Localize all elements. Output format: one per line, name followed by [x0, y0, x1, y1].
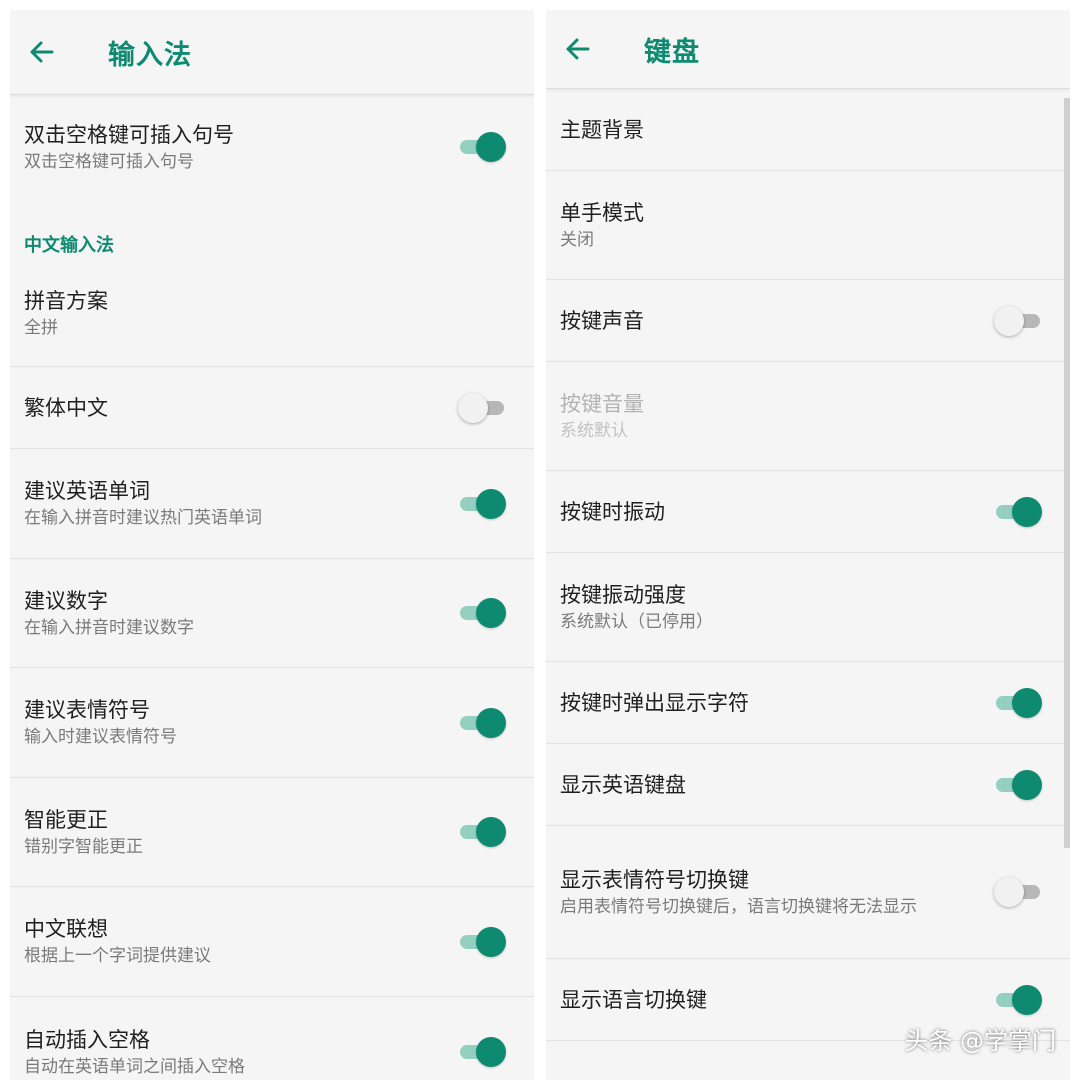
setting-summary: 自动在英语单词之间插入空格 — [24, 1056, 245, 1077]
setting-title: 按键声音 — [560, 308, 644, 333]
back-button[interactable] — [26, 37, 56, 67]
key-popup-toggle[interactable] — [994, 686, 1042, 720]
setting-theme[interactable]: 主题背景 — [546, 89, 1070, 171]
setting-title: 建议表情符号 — [24, 698, 150, 722]
keyboard-panel: 键盘 主题背景 单手模式 关闭 按键声音 按键音量 系统默认 按键时振动 按键振… — [546, 10, 1070, 1080]
app-bar: 键盘 — [546, 10, 1070, 89]
key-vibration-toggle[interactable] — [994, 495, 1042, 529]
setting-title: 显示英语键盘 — [560, 772, 686, 797]
setting-title: 智能更正 — [24, 807, 108, 832]
page-title: 键盘 — [644, 36, 700, 68]
setting-show-emoji-switch-key[interactable]: 显示表情符号切换键 启用表情符号切换键后，语言切换键将无法显示 — [546, 826, 1070, 959]
setting-summary: 启用表情符号切换键后，语言切换键将无法显示 — [560, 896, 917, 917]
setting-summary: 错别字智能更正 — [24, 836, 143, 857]
suggest-english-words-toggle[interactable] — [458, 487, 506, 521]
smart-correction-toggle[interactable] — [458, 815, 506, 849]
setting-title: 按键音量 — [560, 391, 644, 416]
setting-summary: 在输入拼音时建议数字 — [24, 617, 194, 638]
setting-traditional-chinese[interactable]: 繁体中文 — [10, 367, 534, 449]
auto-insert-space-toggle[interactable] — [458, 1035, 506, 1069]
chinese-prediction-toggle[interactable] — [458, 925, 506, 959]
suggest-numbers-toggle[interactable] — [458, 596, 506, 630]
double-space-period-toggle[interactable] — [458, 130, 506, 164]
setting-summary: 在输入拼音时建议热门英语单词 — [24, 508, 262, 528]
back-button[interactable] — [562, 34, 592, 64]
setting-title: 自动插入空格 — [24, 1027, 150, 1052]
setting-key-sound[interactable]: 按键声音 — [546, 280, 1070, 362]
section-header-chinese-input: 中文输入法 — [24, 235, 114, 256]
setting-auto-insert-space[interactable]: 自动插入空格 自动在英语单词之间插入空格 — [10, 997, 534, 1080]
suggest-emoji-toggle[interactable] — [458, 706, 506, 740]
setting-key-popup[interactable]: 按键时弹出显示字符 — [546, 662, 1070, 744]
app-bar: 输入法 — [10, 10, 534, 95]
arrow-left-icon — [30, 41, 54, 63]
setting-summary: 系统默认（已停用） — [560, 611, 713, 632]
setting-title: 按键时弹出显示字符 — [560, 690, 749, 715]
key-sound-toggle[interactable] — [994, 304, 1042, 338]
setting-title: 单手模式 — [560, 200, 644, 225]
setting-title: 繁体中文 — [24, 395, 108, 420]
setting-key-vibration[interactable]: 按键时振动 — [546, 471, 1070, 553]
arrow-left-icon — [566, 38, 590, 60]
setting-chinese-prediction[interactable]: 中文联想 根据上一个字词提供建议 — [10, 887, 534, 997]
setting-title: 显示表情符号切换键 — [560, 867, 749, 892]
setting-title: 建议数字 — [24, 588, 108, 613]
setting-title: 双击空格键可插入句号 — [24, 122, 234, 147]
setting-title: 按键振动强度 — [560, 582, 686, 607]
show-language-switch-key-toggle[interactable] — [994, 983, 1042, 1017]
setting-title: 拼音方案 — [24, 289, 108, 313]
watermark: 头条 @学掌门 — [904, 1027, 1056, 1055]
setting-suggest-emoji[interactable]: 建议表情符号 输入时建议表情符号 — [10, 668, 534, 778]
setting-summary: 输入时建议表情符号 — [24, 727, 177, 747]
scrollbar[interactable] — [1064, 98, 1070, 848]
setting-double-space-period[interactable]: 双击空格键可插入句号 双击空格键可插入句号 — [10, 95, 534, 199]
page-title: 输入法 — [108, 39, 192, 71]
setting-title: 中文联想 — [24, 917, 108, 941]
input-method-panel: 输入法 双击空格键可插入句号 双击空格键可插入句号 中文输入法 拼音方案 全拼 … — [10, 10, 534, 1080]
setting-title: 按键时振动 — [560, 499, 665, 524]
setting-summary: 关闭 — [560, 229, 594, 250]
setting-one-handed-mode[interactable]: 单手模式 关闭 — [546, 171, 1070, 280]
settings-list: 双击空格键可插入句号 双击空格键可插入句号 中文输入法 拼音方案 全拼 繁体中文… — [10, 95, 534, 1080]
setting-show-english-keyboard[interactable]: 显示英语键盘 — [546, 744, 1070, 826]
show-emoji-switch-key-toggle[interactable] — [994, 875, 1042, 909]
setting-summary: 全拼 — [24, 318, 58, 338]
setting-summary: 系统默认 — [560, 420, 628, 441]
setting-smart-correction[interactable]: 智能更正 错别字智能更正 — [10, 778, 534, 887]
traditional-chinese-toggle[interactable] — [458, 391, 506, 425]
setting-key-volume: 按键音量 系统默认 — [546, 362, 1070, 471]
setting-title: 主题背景 — [560, 117, 644, 142]
setting-suggest-english-words[interactable]: 建议英语单词 在输入拼音时建议热门英语单词 — [10, 449, 534, 559]
setting-summary: 根据上一个字词提供建议 — [24, 946, 211, 966]
setting-title: 建议英语单词 — [24, 479, 150, 503]
setting-title: 显示语言切换键 — [560, 987, 707, 1012]
setting-suggest-numbers[interactable]: 建议数字 在输入拼音时建议数字 — [10, 559, 534, 668]
settings-list: 主题背景 单手模式 关闭 按键声音 按键音量 系统默认 按键时振动 按键振动强度… — [546, 89, 1070, 1041]
show-english-keyboard-toggle[interactable] — [994, 768, 1042, 802]
setting-vibration-strength[interactable]: 按键振动强度 系统默认（已停用） — [546, 553, 1070, 662]
setting-pinyin-scheme[interactable]: 拼音方案 全拼 — [10, 261, 534, 367]
setting-summary: 双击空格键可插入句号 — [24, 151, 194, 172]
